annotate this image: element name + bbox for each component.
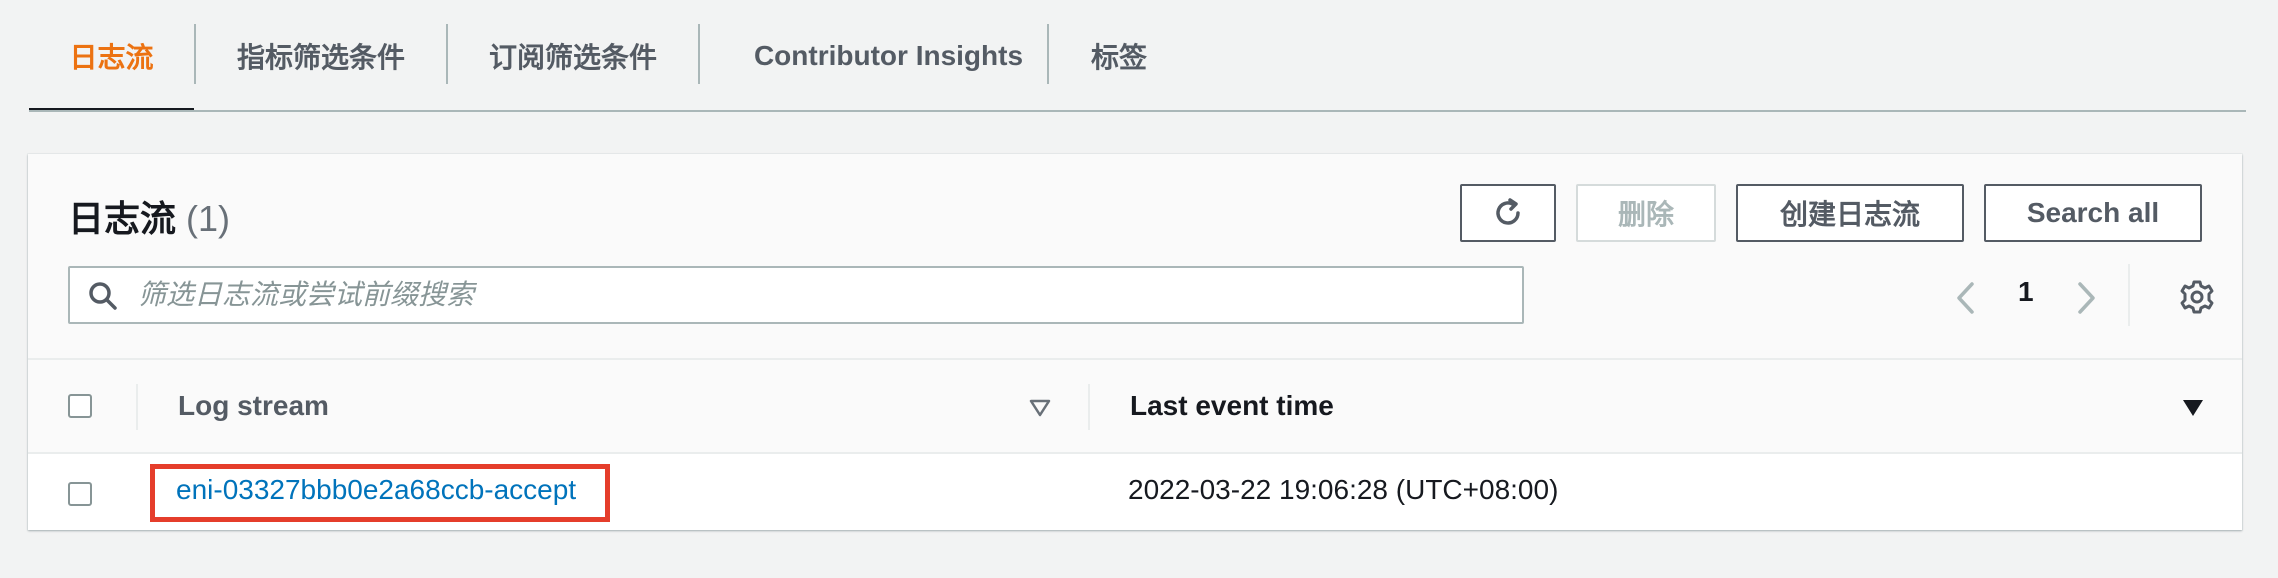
search-all-button[interactable]: Search all	[1984, 184, 2202, 242]
column-header-last-event-time[interactable]: Last event time	[1130, 390, 1334, 422]
tab-metric-filters[interactable]: 指标筛选条件	[196, 0, 446, 112]
tab-label: 标签	[1090, 42, 1147, 73]
create-button-label: 创建日志流	[1779, 199, 1920, 230]
previous-page-icon[interactable]	[1954, 280, 1978, 316]
refresh-button[interactable]	[1460, 184, 1556, 242]
page-number[interactable]: 1	[2018, 276, 2034, 308]
log-stream-link[interactable]: eni-03327bbb0e2a68ccb-accept	[176, 474, 576, 506]
search-input[interactable]	[138, 268, 1498, 322]
tab-log-streams[interactable]: 日志流	[29, 0, 194, 112]
search-icon	[89, 282, 117, 310]
tab-label: 订阅筛选条件	[488, 42, 657, 73]
sort-descending-icon[interactable]	[2182, 398, 2204, 418]
pager-divider	[2128, 264, 2130, 326]
settings-gear-icon[interactable]	[2178, 278, 2216, 316]
tab-bar: 日志流 指标筛选条件 订阅筛选条件 Contributor Insights 标…	[29, 0, 2246, 112]
table-header: Log stream Last event time	[28, 358, 2242, 454]
column-header-log-stream[interactable]: Log stream	[178, 390, 329, 422]
table-row: eni-03327bbb0e2a68ccb-accept 2022-03-22 …	[28, 454, 2242, 530]
panel-count: (1)	[186, 198, 231, 239]
create-log-stream-button[interactable]: 创建日志流	[1736, 184, 1964, 242]
tab-label: 日志流	[69, 42, 154, 73]
select-all-checkbox[interactable]	[68, 394, 92, 418]
column-divider	[136, 384, 138, 430]
delete-button-label: 删除	[1617, 199, 1674, 230]
tab-label: Contributor Insights	[753, 40, 1024, 71]
tab-subscription-filters[interactable]: 订阅筛选条件	[448, 0, 698, 112]
next-page-icon[interactable]	[2074, 280, 2098, 316]
search-field[interactable]	[68, 266, 1524, 324]
panel-title: 日志流 (1)	[68, 190, 230, 242]
log-streams-panel: 日志流(1) 删除 创建日志流 Search all 1 Log str	[28, 154, 2242, 530]
column-divider	[1088, 384, 1090, 430]
tab-label: 指标筛选条件	[236, 42, 405, 73]
sort-triangle-outline-icon[interactable]	[1029, 398, 1051, 418]
delete-button[interactable]: 删除	[1576, 184, 1716, 242]
refresh-icon	[1496, 198, 1520, 225]
row-checkbox[interactable]	[68, 482, 92, 506]
tab-underline	[29, 110, 2246, 112]
tab-tags[interactable]: 标签	[1049, 0, 1189, 112]
last-event-time-cell: 2022-03-22 19:06:28 (UTC+08:00)	[1128, 474, 1559, 505]
panel-title-text: 日志流	[68, 198, 177, 239]
tab-contributor-insights[interactable]: Contributor Insights	[700, 0, 1077, 112]
search-all-label: Search all	[2026, 197, 2160, 228]
